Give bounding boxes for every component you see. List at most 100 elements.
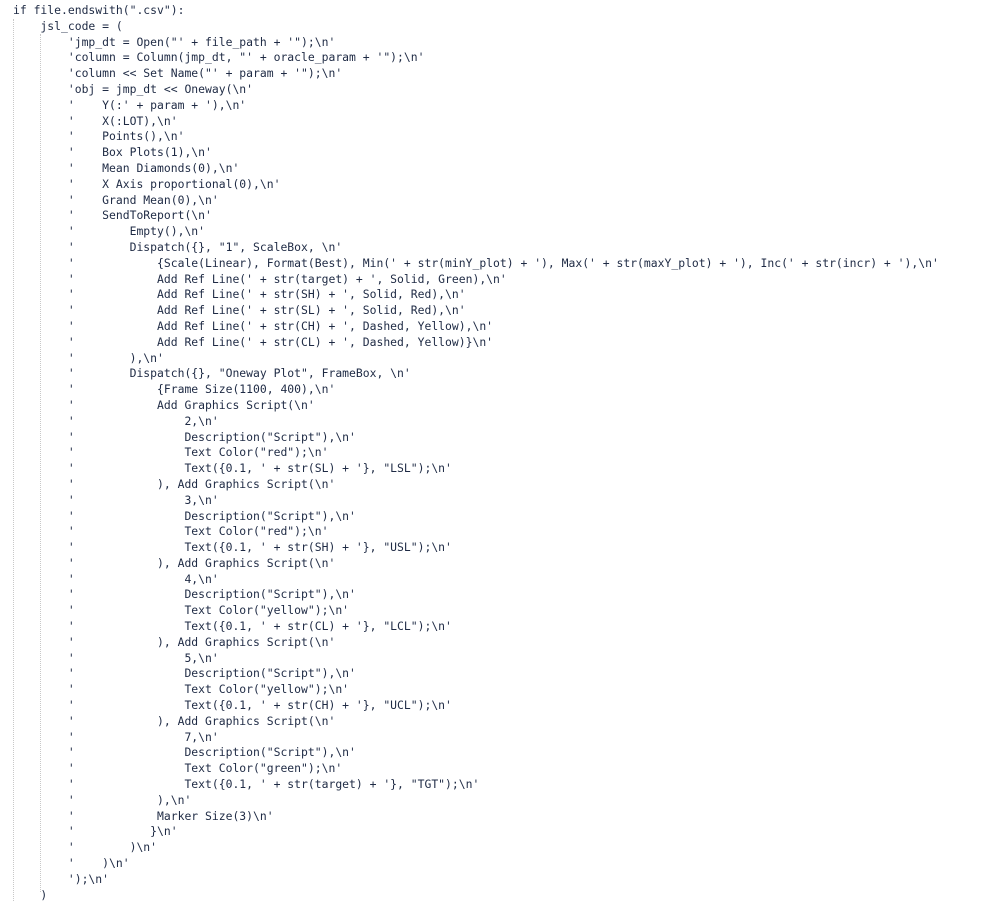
code-editor[interactable]: if file.endswith(".csv"): jsl_code = ( '… [0,0,999,901]
code-line[interactable]: ' Marker Size(3)\n' [13,809,993,825]
code-line[interactable]: if file.endswith(".csv"): [13,3,993,19]
code-line-text: ' Text({0.1, ' + str(CL) + '}, "LCL");\n… [13,619,452,634]
code-text[interactable]: if file.endswith(".csv"): jsl_code = ( '… [13,3,993,901]
code-line-text: ' ), Add Graphics Script(\n' [13,555,336,570]
code-line-text: ' Description("Script"),\n' [13,745,356,760]
code-line[interactable]: ' Add Ref Line(' + str(SL) + ', Solid, R… [13,303,993,319]
code-line[interactable]: ' ),\n' [13,793,993,809]
code-line[interactable]: ' ), Add Graphics Script(\n' [13,635,993,651]
code-line[interactable]: ' )\n' [13,840,993,856]
code-line-text: ' Add Ref Line(' + str(target) + ', Soli… [13,271,507,286]
code-line-text: ' Text({0.1, ' + str(target) + '}, "TGT"… [13,777,480,792]
code-line[interactable]: ' ),\n' [13,351,993,367]
code-line[interactable]: ' Y(:' + param + '),\n' [13,98,993,114]
code-line[interactable]: ' Add Ref Line(' + str(SH) + ', Solid, R… [13,287,993,303]
code-line-text: 'obj = jmp_dt << Oneway(\n' [13,81,254,96]
code-line[interactable]: ' 7,\n' [13,730,993,746]
code-line-text: ' ),\n' [13,350,164,365]
code-line[interactable]: ' Text Color("green");\n' [13,761,993,777]
code-line-text: ' Text Color("yellow");\n' [13,682,350,697]
code-line-text: ' Text({0.1, ' + str(SL) + '}, "LSL");\n… [13,461,452,476]
code-line-text: ' Text Color("yellow");\n' [13,603,350,618]
code-line[interactable]: ' Box Plots(1),\n' [13,145,993,161]
code-line[interactable]: jsl_code = ( [13,19,993,35]
code-line[interactable]: ' Points(),\n' [13,129,993,145]
code-line[interactable]: ' Text Color("yellow");\n' [13,682,993,698]
code-line-text: ' }\n' [13,824,178,839]
code-line-text: ' Add Ref Line(' + str(CH) + ', Dashed, … [13,318,494,333]
code-line[interactable]: ');\n' [13,872,993,888]
code-line-text: ' ), Add Graphics Script(\n' [13,713,336,728]
code-line[interactable]: 'jmp_dt = Open("' + file_path + '");\n' [13,35,993,51]
code-line-text: ' Description("Script"),\n' [13,429,356,444]
code-line-text: ' 3,\n' [13,492,219,507]
code-line[interactable]: ' {Scale(Linear), Format(Best), Min(' + … [13,256,993,272]
code-line[interactable]: ' Text({0.1, ' + str(CL) + '}, "LCL");\n… [13,619,993,635]
code-line[interactable]: ' )\n' [13,856,993,872]
code-line[interactable]: ' Add Ref Line(' + str(CH) + ', Dashed, … [13,319,993,335]
code-line[interactable]: 'column = Column(jmp_dt, "' + oracle_par… [13,50,993,66]
code-line[interactable]: ) [13,888,993,901]
code-line[interactable]: ' Text({0.1, ' + str(CH) + '}, "UCL");\n… [13,698,993,714]
code-line-text: ' Text Color("green");\n' [13,761,343,776]
code-line[interactable]: ' X(:LOT),\n' [13,114,993,130]
code-line[interactable]: ' Add Graphics Script(\n' [13,398,993,414]
code-line-text: ' Points(),\n' [13,129,185,144]
code-line[interactable]: ' Description("Script"),\n' [13,745,993,761]
code-line[interactable]: ' Text Color("red");\n' [13,445,993,461]
code-line[interactable]: ' Mean Diamonds(0),\n' [13,161,993,177]
code-line-text: ' 4,\n' [13,571,219,586]
code-line[interactable]: ' 3,\n' [13,493,993,509]
code-line[interactable]: ' {Frame Size(1100, 400),\n' [13,382,993,398]
code-line-text: ' Empty(),\n' [13,224,206,239]
code-line-text: ' 7,\n' [13,729,219,744]
code-line[interactable]: ' 4,\n' [13,572,993,588]
code-line-text: ' Mean Diamonds(0),\n' [13,160,240,175]
code-line-text: ' X Axis proportional(0),\n' [13,176,281,191]
code-line-text: ' Text({0.1, ' + str(SH) + '}, "USL");\n… [13,540,452,555]
code-line-text: ' 5,\n' [13,650,219,665]
code-line[interactable]: ' Add Ref Line(' + str(CL) + ', Dashed, … [13,335,993,351]
code-line-text: ' Add Ref Line(' + str(SL) + ', Solid, R… [13,303,466,318]
code-line[interactable]: ' ), Add Graphics Script(\n' [13,556,993,572]
code-line[interactable]: ' Text({0.1, ' + str(target) + '}, "TGT"… [13,777,993,793]
code-line[interactable]: ' Text Color("yellow");\n' [13,603,993,619]
code-line-text: ' )\n' [13,840,158,855]
code-line-text: ');\n' [13,871,110,886]
code-line[interactable]: 'column << Set Name("' + param + '");\n' [13,66,993,82]
code-line-text: ' Grand Mean(0),\n' [13,192,219,207]
code-line[interactable]: ' Description("Script"),\n' [13,509,993,525]
code-line-text: ' 2,\n' [13,413,219,428]
code-line-text: ) [13,887,48,901]
code-line-text: ' ),\n' [13,792,192,807]
code-line[interactable]: ' 2,\n' [13,414,993,430]
code-line-text: ' {Scale(Linear), Format(Best), Min(' + … [13,255,939,270]
code-line[interactable]: ' Text({0.1, ' + str(SL) + '}, "LSL");\n… [13,461,993,477]
code-line[interactable]: ' Description("Script"),\n' [13,430,993,446]
code-line[interactable]: ' Description("Script"),\n' [13,666,993,682]
code-line[interactable]: ' SendToReport(\n' [13,208,993,224]
code-line-text: ' Text({0.1, ' + str(CH) + '}, "UCL");\n… [13,698,452,713]
code-line[interactable]: ' Text Color("red");\n' [13,524,993,540]
code-line[interactable]: ' Description("Script"),\n' [13,587,993,603]
code-line[interactable]: 'obj = jmp_dt << Oneway(\n' [13,82,993,98]
code-line[interactable]: ' }\n' [13,824,993,840]
code-line[interactable]: ' Text({0.1, ' + str(SH) + '}, "USL");\n… [13,540,993,556]
code-line[interactable]: ' Dispatch({}, "Oneway Plot", FrameBox, … [13,366,993,382]
code-line[interactable]: ' ), Add Graphics Script(\n' [13,714,993,730]
code-line[interactable]: ' Dispatch({}, "1", ScaleBox, \n' [13,240,993,256]
code-line[interactable]: ' Grand Mean(0),\n' [13,193,993,209]
code-line-text: ' Add Graphics Script(\n' [13,397,315,412]
code-line-text: 'jmp_dt = Open("' + file_path + '");\n' [13,34,336,49]
code-line[interactable]: ' Empty(),\n' [13,224,993,240]
code-line-text: ' ), Add Graphics Script(\n' [13,634,336,649]
code-line[interactable]: ' Add Ref Line(' + str(target) + ', Soli… [13,272,993,288]
code-line-text: ' Description("Script"),\n' [13,508,356,523]
code-line-text: ' ), Add Graphics Script(\n' [13,476,336,491]
code-line[interactable]: ' X Axis proportional(0),\n' [13,177,993,193]
code-line-text: if file.endswith(".csv"): [13,3,185,17]
code-line[interactable]: ' 5,\n' [13,651,993,667]
code-line-text: ' Y(:' + param + '),\n' [13,97,247,112]
code-line[interactable]: ' ), Add Graphics Script(\n' [13,477,993,493]
code-line-text: ' Text Color("red");\n' [13,445,329,460]
